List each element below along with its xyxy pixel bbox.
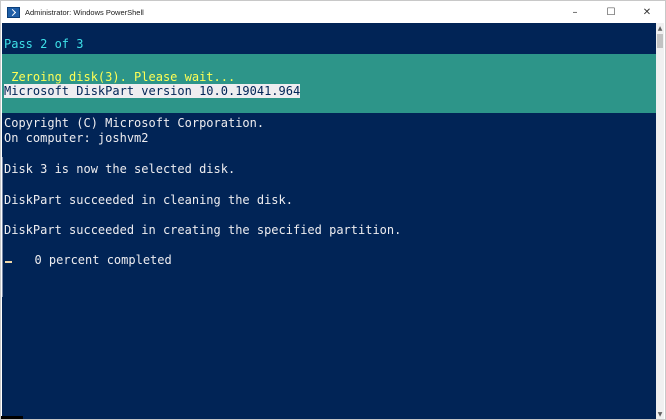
diskpart-version-line: Microsoft DiskPart version 10.0.19041.96… <box>4 84 301 99</box>
powershell-window: Administrator: Windows PowerShell – ☐ ✕ … <box>0 0 666 420</box>
scroll-up-icon[interactable]: ▲ <box>656 23 664 33</box>
partition-success-line: DiskPart succeeded in creating the speci… <box>4 223 402 237</box>
copyright-line: Copyright (C) Microsoft Corporation. <box>4 116 265 130</box>
maximize-button[interactable]: ☐ <box>593 1 629 23</box>
scroll-down-icon[interactable]: ▼ <box>656 409 664 419</box>
clean-success-line: DiskPart succeeded in cleaning the disk. <box>4 193 293 207</box>
progress-line: 0 percent completed <box>20 253 172 267</box>
console-edge-marker <box>2 157 3 297</box>
window-controls: – ☐ ✕ <box>557 1 665 23</box>
zeroing-status: Zeroing disk(3). Please wait... <box>4 70 236 84</box>
powershell-icon <box>7 6 20 18</box>
close-button[interactable]: ✕ <box>629 1 665 23</box>
computer-line: On computer: joshvm2 <box>4 131 149 145</box>
text-cursor <box>5 261 12 263</box>
minimize-button[interactable]: – <box>557 1 593 23</box>
title-bar[interactable]: Administrator: Windows PowerShell – ☐ ✕ <box>1 1 665 23</box>
selected-disk-line: Disk 3 is now the selected disk. <box>4 162 236 176</box>
scroll-thumb[interactable] <box>657 34 663 48</box>
taskbar-edge <box>1 416 23 419</box>
vertical-scrollbar[interactable]: ▲ ▼ <box>656 23 664 419</box>
window-title: Administrator: Windows PowerShell <box>25 7 144 17</box>
diskpart-version-selection: Microsoft DiskPart version 10.0.19041.96… <box>4 84 301 98</box>
pass-line: Pass 2 of 3 <box>4 37 84 51</box>
console-output[interactable]: Pass 2 of 3 Zeroing disk(3). Please wait… <box>2 23 657 419</box>
